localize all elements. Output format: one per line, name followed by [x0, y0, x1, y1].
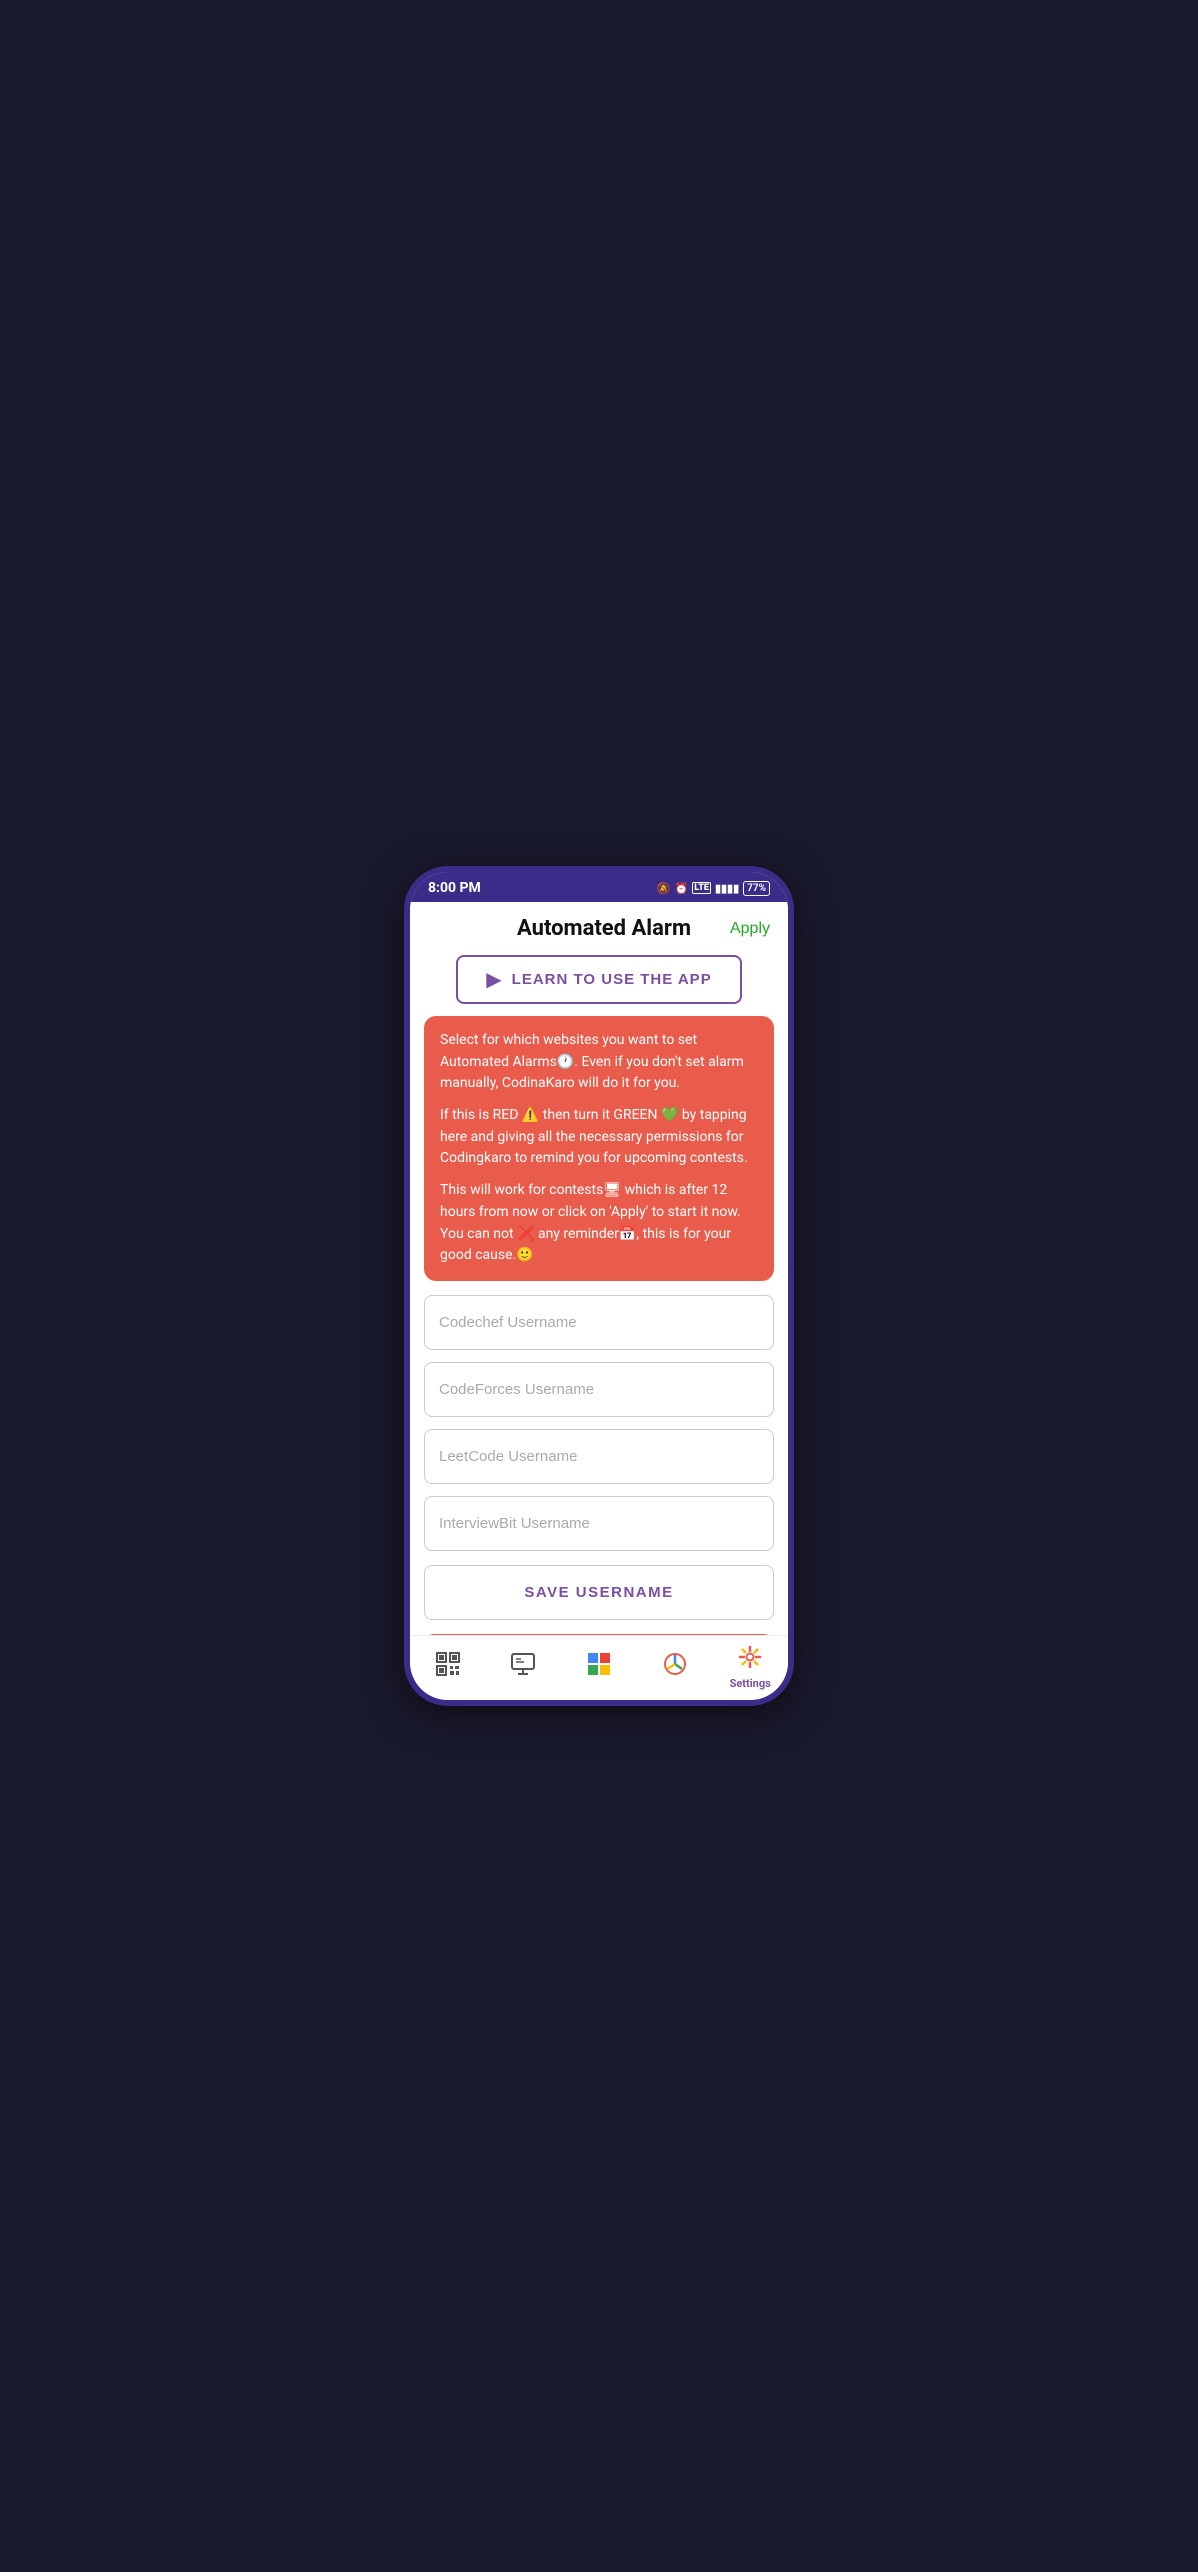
signal-icon: ▮▮▮▮	[715, 882, 739, 895]
apply-button[interactable]: Apply	[730, 920, 770, 938]
app-content: Automated Alarm Apply ▶ LEARN TO USE THE…	[410, 902, 788, 1635]
nav-item-grid[interactable]	[574, 1651, 624, 1684]
bottom-nav: Settings	[410, 1635, 788, 1700]
nav-item-monitor[interactable]	[498, 1651, 548, 1684]
battery-icon: 77%	[743, 881, 770, 896]
mute-icon: 🔕	[657, 882, 671, 895]
info-paragraph-1: Select for which websites you want to se…	[440, 1030, 758, 1095]
alarm-icon: ⏰	[675, 882, 689, 895]
codeforces-username-input[interactable]	[424, 1362, 774, 1417]
status-time: 8:00 PM	[428, 880, 481, 896]
qr-icon	[435, 1651, 461, 1682]
form-section	[410, 1295, 788, 1551]
learn-btn-label: LEARN TO USE THE APP	[512, 971, 712, 988]
leetcode-username-input[interactable]	[424, 1429, 774, 1484]
info-paragraph-2: If this is RED ⚠️ then turn it GREEN 💚 b…	[440, 1105, 758, 1170]
chart-icon	[662, 1651, 688, 1682]
play-icon: ▶	[486, 967, 501, 992]
nav-label-settings: Settings	[730, 1677, 771, 1690]
monitor-icon	[510, 1651, 536, 1682]
app-header: Automated Alarm Apply	[410, 902, 788, 949]
phone-frame: 8:00 PM 🔕 ⏰ LTE ▮▮▮▮ 77% Automated Alarm…	[404, 866, 794, 1706]
nav-item-chart[interactable]	[650, 1651, 700, 1684]
status-bar: 8:00 PM 🔕 ⏰ LTE ▮▮▮▮ 77%	[410, 872, 788, 902]
save-username-button[interactable]: SAVE USERNAME	[424, 1565, 774, 1620]
nav-item-qr[interactable]	[423, 1651, 473, 1684]
nav-item-settings[interactable]: Settings	[725, 1644, 775, 1690]
learn-button[interactable]: ▶ LEARN TO USE THE APP	[456, 955, 741, 1004]
settings-icon	[737, 1644, 763, 1675]
codechef-username-input[interactable]	[424, 1295, 774, 1350]
info-box[interactable]: Select for which websites you want to se…	[424, 1016, 774, 1281]
status-icons: 🔕 ⏰ LTE ▮▮▮▮ 77%	[657, 881, 770, 896]
app-title: Automated Alarm	[478, 916, 730, 941]
lte-icon: LTE	[692, 882, 711, 894]
interviewbit-username-input[interactable]	[424, 1496, 774, 1551]
learn-btn-wrap: ▶ LEARN TO USE THE APP	[410, 949, 788, 1016]
phone-screen: 8:00 PM 🔕 ⏰ LTE ▮▮▮▮ 77% Automated Alarm…	[410, 872, 788, 1700]
grid-icon	[586, 1651, 612, 1682]
info-paragraph-3: This will work for contests🖥 which is af…	[440, 1180, 758, 1267]
